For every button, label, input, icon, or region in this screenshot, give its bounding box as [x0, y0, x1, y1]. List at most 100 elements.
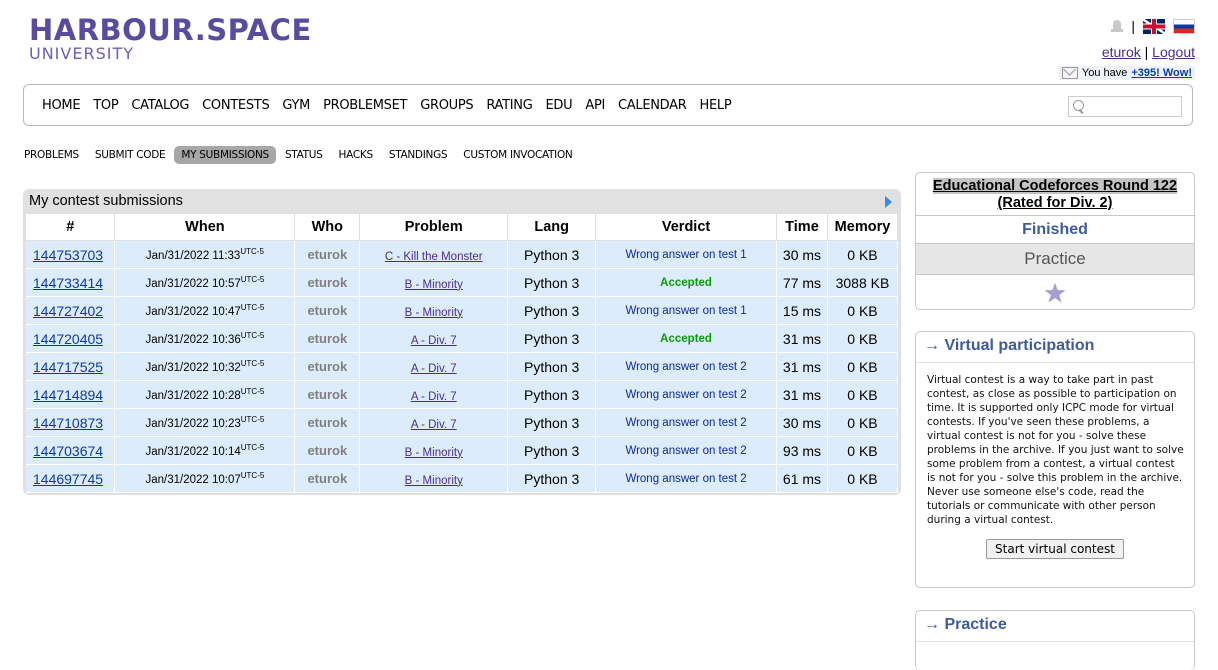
utc-offset: UTC-5	[240, 303, 265, 313]
logo-dot: .	[194, 13, 207, 47]
who-handle[interactable]: eturok	[307, 303, 347, 318]
problem-link[interactable]: B - Minority	[405, 475, 463, 487]
contest-info-box: Educational Codeforces Round 122 (Rated …	[915, 172, 1195, 310]
submission-id-link[interactable]: 144703674	[33, 443, 103, 459]
menu-item-gym[interactable]: GYM	[282, 98, 310, 113]
notification-bell-icon[interactable]	[1111, 19, 1124, 33]
message-count-link[interactable]: +395! Wow!	[1131, 67, 1192, 79]
subnav-hacks[interactable]: HACKS	[332, 146, 380, 164]
lang-cell: Python 3	[507, 296, 597, 325]
practice-title: → Practice	[916, 611, 1194, 642]
submission-id-link[interactable]: 144720405	[33, 331, 103, 347]
when-cell: Jan/31/2022 10:32UTC-5	[114, 352, 296, 381]
logout-link[interactable]: Logout	[1152, 44, 1195, 60]
submission-id-link[interactable]: 144714894	[33, 387, 103, 403]
utc-offset: UTC-5	[240, 275, 265, 285]
utc-offset: UTC-5	[240, 471, 265, 481]
menu-item-calendar[interactable]: CALENDAR	[618, 98, 687, 113]
menu-item-help[interactable]: HELP	[700, 98, 732, 113]
star-icon[interactable]: ★	[1043, 280, 1066, 306]
virtual-participation-title: → Virtual participation	[916, 332, 1194, 363]
subnav-status[interactable]: STATUS	[278, 146, 330, 164]
subnav-custom-invocation[interactable]: CUSTOM INVOCATION	[456, 146, 579, 164]
who-cell: eturok	[294, 296, 361, 325]
memory-cell: 0 KB	[827, 324, 899, 353]
menu-item-problemset[interactable]: PROBLEMSET	[323, 98, 407, 113]
lang-cell: Python 3	[507, 268, 597, 297]
table-row: 144753703 Jan/31/2022 11:33UTC-5 eturok C -…	[26, 240, 899, 269]
problem-link[interactable]: A - Div. 7	[411, 363, 457, 375]
submission-id-link[interactable]: 144733414	[33, 275, 103, 291]
who-handle[interactable]: eturok	[307, 443, 347, 458]
menu-item-home[interactable]: HOME	[42, 98, 81, 113]
who-cell: eturok	[294, 380, 361, 409]
memory-cell: 0 KB	[827, 240, 899, 269]
time-cell: 31 ms	[776, 380, 828, 409]
submission-id-link[interactable]: 144697745	[33, 471, 103, 487]
time-cell: 15 ms	[776, 296, 828, 325]
menu-item-rating[interactable]: RATING	[486, 98, 532, 113]
table-row: 144720405 Jan/31/2022 10:36UTC-5 eturok A -…	[26, 324, 899, 353]
submission-id-link[interactable]: 144753703	[33, 247, 103, 263]
expand-arrow-icon[interactable]	[885, 196, 892, 208]
who-handle[interactable]: eturok	[307, 247, 347, 262]
subnav-problems[interactable]: PROBLEMS	[23, 146, 86, 164]
menu-item-top[interactable]: TOP	[93, 98, 118, 113]
problem-link[interactable]: C - Kill the Monster	[385, 251, 483, 263]
header-user-area: | eturok | Logout You have +395! Wow!	[1058, 16, 1195, 82]
who-cell: eturok	[294, 324, 361, 353]
column-header: When	[114, 214, 296, 241]
problem-link[interactable]: B - Minority	[405, 279, 463, 291]
memory-cell: 0 KB	[827, 408, 899, 437]
who-handle[interactable]: eturok	[307, 331, 347, 346]
search-input[interactable]	[1068, 96, 1182, 117]
subnav-my-submissions[interactable]: MY SUBMISSIONS	[174, 146, 276, 164]
start-virtual-contest-button[interactable]: Start virtual contest	[986, 539, 1124, 559]
who-handle[interactable]: eturok	[307, 275, 347, 290]
problem-cell: B - Minority	[359, 464, 509, 493]
contest-name-link[interactable]: Educational Codeforces Round 122	[932, 178, 1178, 194]
uk-flag-icon[interactable]	[1143, 18, 1165, 34]
russian-flag-icon[interactable]	[1173, 18, 1195, 34]
who-handle[interactable]: eturok	[307, 359, 347, 374]
submission-id-link[interactable]: 144710873	[33, 415, 103, 431]
memory-cell: 0 KB	[827, 296, 899, 325]
when-cell: Jan/31/2022 11:33UTC-5	[114, 240, 296, 269]
table-row: 144717525 Jan/31/2022 10:32UTC-5 eturok A -…	[26, 352, 899, 381]
menu-item-api[interactable]: API	[585, 98, 605, 113]
problem-cell: B - Minority	[359, 436, 509, 465]
submission-id-cell: 144710873	[26, 408, 116, 437]
when-text: Jan/31/2022 11:33	[145, 249, 241, 262]
problem-link[interactable]: A - Div. 7	[411, 391, 457, 403]
who-handle[interactable]: eturok	[307, 471, 347, 486]
submission-id-link[interactable]: 144717525	[33, 359, 103, 375]
time-cell: 30 ms	[776, 408, 828, 437]
when-cell: Jan/31/2022 10:23UTC-5	[114, 408, 296, 437]
username-link[interactable]: eturok	[1102, 44, 1141, 60]
contest-rated-link[interactable]: (Rated for Div. 2)	[998, 195, 1113, 211]
who-handle[interactable]: eturok	[307, 415, 347, 430]
column-header: Verdict	[595, 214, 777, 241]
submission-id-link[interactable]: 144727402	[33, 303, 103, 319]
lang-cell: Python 3	[507, 408, 597, 437]
subnav-submit-code[interactable]: SUBMIT CODE	[88, 146, 172, 164]
subnav-standings[interactable]: STANDINGS	[382, 146, 454, 164]
problem-link[interactable]: A - Div. 7	[411, 419, 457, 431]
favorite-row: ★	[916, 275, 1194, 311]
submission-id-cell: 144697745	[26, 464, 116, 493]
verdict-cell: Wrong answer on test 2	[595, 464, 777, 493]
problem-link[interactable]: A - Div. 7	[411, 335, 457, 347]
verdict-cell: Wrong answer on test 1	[595, 296, 777, 325]
who-handle[interactable]: eturok	[307, 387, 347, 402]
time-cell: 61 ms	[776, 464, 828, 493]
who-cell: eturok	[294, 464, 361, 493]
harbour-space-logo[interactable]: HARBOUR.SPACE UNIVERSITY	[29, 14, 312, 63]
menu-item-catalog[interactable]: CATALOG	[131, 98, 189, 113]
menu-item-contests[interactable]: CONTESTS	[202, 98, 270, 113]
problem-link[interactable]: B - Minority	[405, 307, 463, 319]
menu-item-groups[interactable]: GROUPS	[420, 98, 473, 113]
verdict-cell: Wrong answer on test 2	[595, 408, 777, 437]
who-cell: eturok	[294, 408, 361, 437]
problem-link[interactable]: B - Minority	[405, 447, 463, 459]
menu-item-edu[interactable]: EDU	[546, 98, 573, 113]
